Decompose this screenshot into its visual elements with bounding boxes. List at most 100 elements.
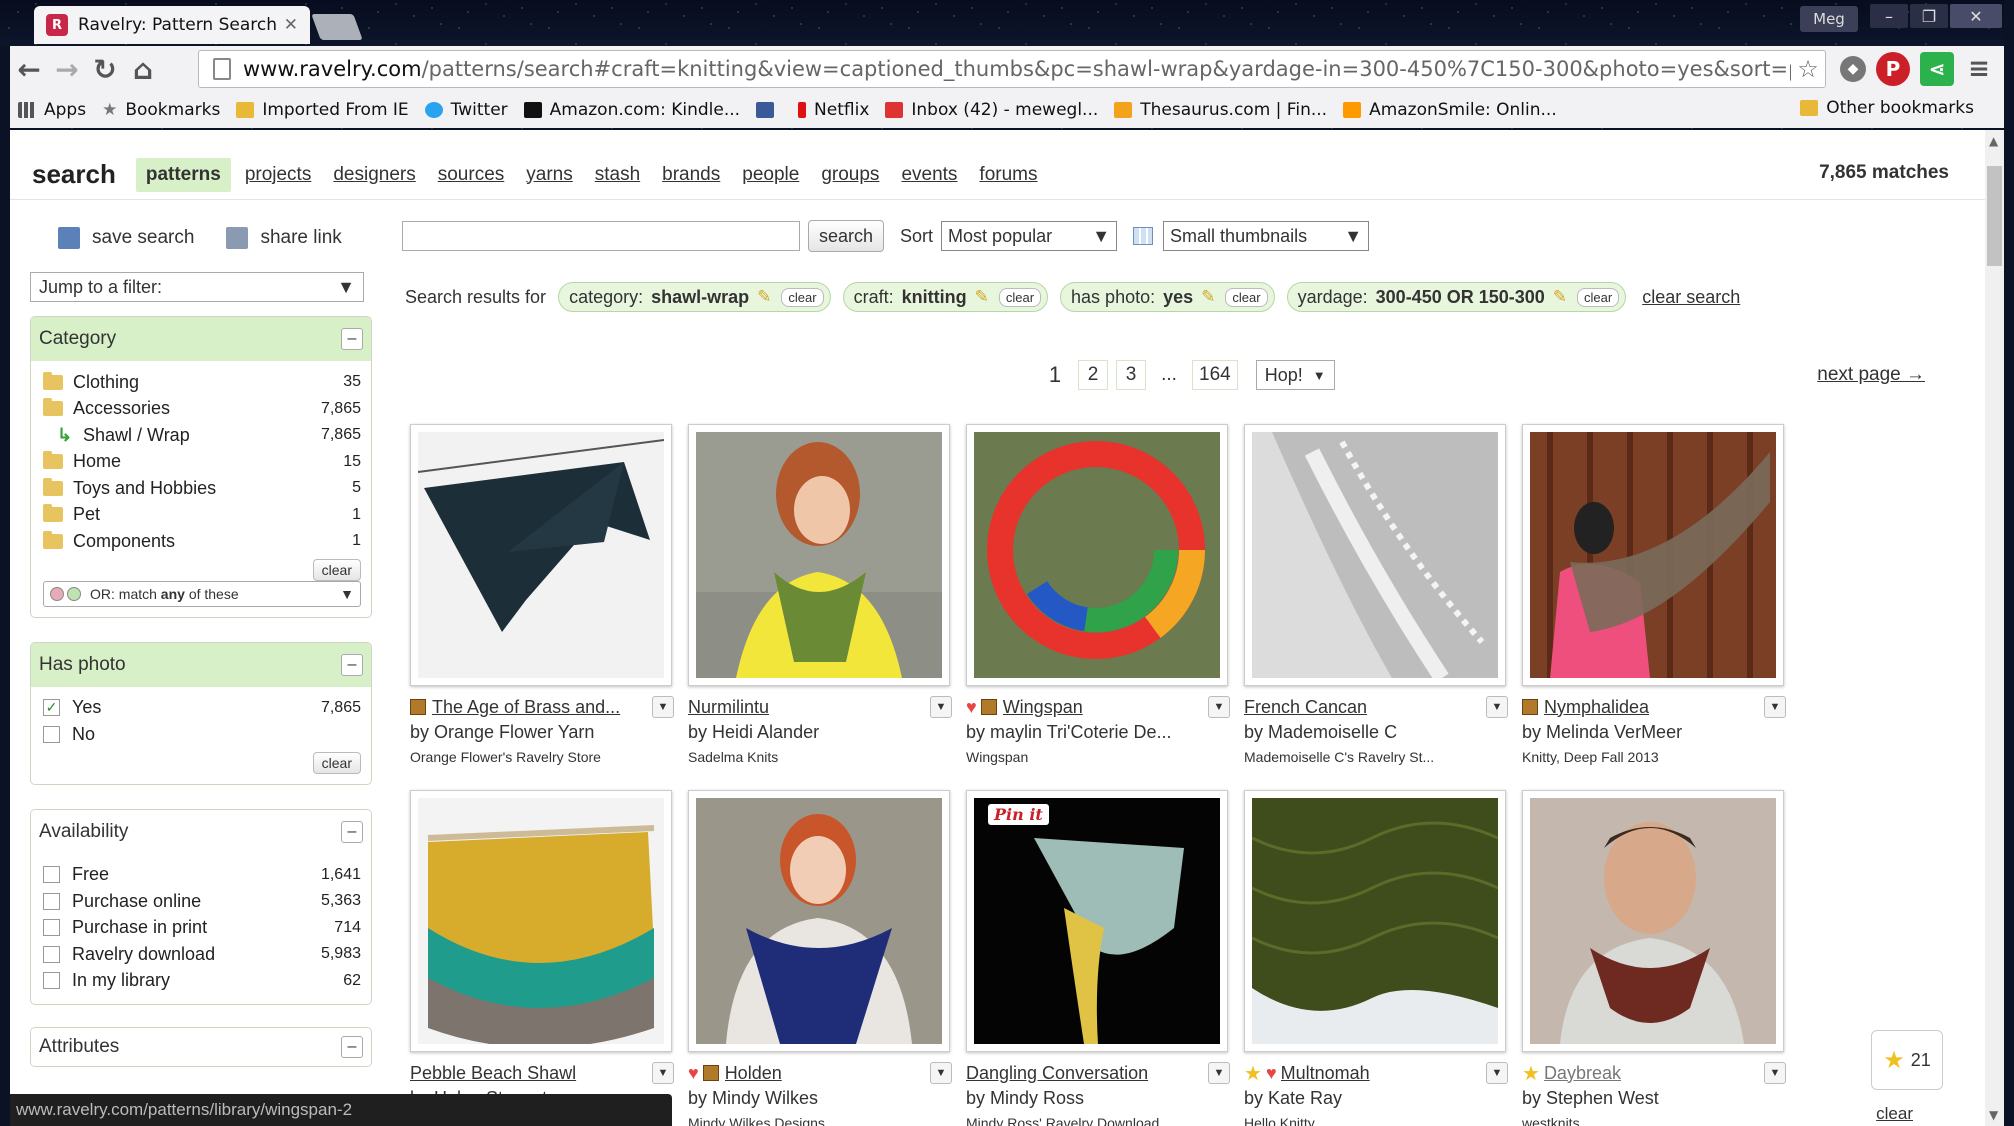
nav-forums[interactable]: forums [979, 164, 1037, 186]
checkbox[interactable] [43, 972, 60, 990]
nav-events[interactable]: events [901, 164, 957, 186]
favorites-clear-link[interactable]: clear [1876, 1104, 1913, 1124]
pattern-source[interactable]: westknits [1522, 1115, 1786, 1126]
bookmark-facebook[interactable] [756, 102, 782, 118]
reload-icon[interactable]: ↻ [86, 50, 124, 88]
pencil-icon[interactable]: ✎ [1201, 287, 1215, 307]
pattern-card[interactable]: Pin it Dangling Conversation ▼ by Mindy R… [966, 790, 1230, 1126]
pattern-card[interactable]: The Age of Brass and... ▼ by Orange Flowe… [410, 424, 674, 765]
pattern-source[interactable]: Mindy Ross' Ravelry Download [966, 1115, 1230, 1126]
pattern-card[interactable]: ♥ Holden ▼ by Mindy Wilkes Mindy Wilkes De… [688, 790, 952, 1126]
hop-select[interactable]: Hop! ▼ [1255, 360, 1335, 390]
chip-category[interactable]: category: shawl-wrap ✎ clear [558, 282, 831, 312]
collapse-icon[interactable]: – [341, 1036, 363, 1058]
clear-search-link[interactable]: clear search [1642, 287, 1740, 308]
share-extension-icon[interactable]: ⋖ [1920, 52, 1954, 86]
bookmark-amazon-kindle[interactable]: Amazon.com: Kindle... [523, 100, 740, 120]
pattern-card[interactable]: Pebble Beach Shawl▼ by Helen Stewart [410, 790, 674, 1115]
category-clothing[interactable]: Clothing 35 [43, 369, 361, 396]
pattern-source[interactable]: Sadelma Knits [688, 749, 952, 765]
pattern-card[interactable]: ★ Daybreak ▼ by Stephen West westknits [1522, 790, 1786, 1126]
jump-to-filter-select[interactable]: Jump to a filter: ▼ [30, 272, 364, 302]
chip-clear-button[interactable]: clear [1577, 287, 1620, 307]
pattern-source[interactable]: Mindy Wilkes Designs [688, 1115, 952, 1126]
pattern-menu-icon[interactable]: ▼ [1764, 1062, 1786, 1084]
bookmark-star-icon[interactable]: ☆ [1791, 55, 1825, 83]
has-photo-clear-button[interactable]: clear [312, 751, 361, 774]
pattern-thumbnail[interactable] [688, 790, 950, 1052]
bookmark-inbox[interactable]: Inbox (42) - mewegl... [885, 100, 1098, 120]
pattern-designer[interactable]: by Melinda VerMeer [1522, 722, 1786, 743]
pattern-thumbnail[interactable] [966, 424, 1228, 686]
tab-close-icon[interactable]: ✕ [284, 15, 298, 35]
pattern-thumbnail[interactable] [688, 424, 950, 686]
pattern-designer[interactable]: by Kate Ray [1244, 1088, 1508, 1109]
page-2[interactable]: 2 [1078, 360, 1108, 390]
pattern-menu-icon[interactable]: ▼ [1764, 696, 1786, 718]
view-select[interactable]: Small thumbnails ▼ [1163, 221, 1370, 251]
attributes-header[interactable]: Attributes – [31, 1028, 371, 1066]
pencil-icon[interactable]: ✎ [975, 287, 989, 307]
pin-it-button[interactable]: Pin it [988, 804, 1049, 825]
has-photo-header[interactable]: Has photo – [31, 642, 371, 687]
pattern-designer[interactable]: by Heidi Alander [688, 722, 952, 743]
page-3[interactable]: 3 [1116, 360, 1146, 390]
search-input[interactable] [402, 221, 800, 251]
availability-purchase-online[interactable]: Purchase online 5,363 [43, 888, 361, 915]
pattern-menu-icon[interactable]: ▼ [1486, 1062, 1508, 1084]
pattern-title-link[interactable]: French Cancan [1244, 697, 1486, 718]
close-window-icon[interactable]: ✕ [1950, 4, 2002, 28]
bookmark-imported-from-ie[interactable]: Imported From IE [236, 100, 409, 120]
pattern-designer[interactable]: by Mindy Ross [966, 1088, 1230, 1109]
chip-clear-button[interactable]: clear [1225, 287, 1268, 307]
checkbox[interactable] [43, 725, 60, 743]
pattern-title-link[interactable]: The Age of Brass and... [432, 697, 652, 718]
back-arrow-icon[interactable]: ← [10, 50, 48, 88]
pattern-source[interactable]: Mademoiselle C's Ravelry St... [1244, 749, 1508, 765]
home-icon[interactable]: ⌂ [124, 50, 162, 88]
collapse-icon[interactable]: – [341, 820, 363, 843]
bookmark-thesaurus[interactable]: Thesaurus.com | Fin... [1114, 100, 1327, 120]
pattern-designer[interactable]: by Mademoiselle C [1244, 722, 1508, 743]
save-search-link[interactable]: save search [92, 227, 194, 249]
availability-in-my-library[interactable]: In my library 62 [43, 968, 361, 995]
new-tab-button[interactable] [311, 14, 363, 40]
availability-purchase-print[interactable]: Purchase in print 714 [43, 915, 361, 942]
nav-stash[interactable]: stash [595, 164, 640, 186]
category-shawl-wrap[interactable]: ↳ Shawl / Wrap 7,865 [43, 422, 361, 449]
pattern-menu-icon[interactable]: ▼ [652, 696, 674, 718]
pattern-card[interactable]: Nymphalidea ▼ by Melinda VerMeer Knitty, … [1522, 424, 1786, 765]
category-header[interactable]: Category – [31, 317, 371, 361]
pattern-title-link[interactable]: Holden [725, 1063, 930, 1084]
pattern-title-link[interactable]: Dangling Conversation [966, 1063, 1208, 1084]
nav-yarns[interactable]: yarns [526, 164, 572, 186]
category-home[interactable]: Home 15 [43, 449, 361, 476]
chip-yardage[interactable]: yardage: 300-450 OR 150-300 ✎ clear [1286, 282, 1627, 312]
other-bookmarks[interactable]: Other bookmarks [1800, 98, 1974, 118]
category-toys-hobbies[interactable]: Toys and Hobbies 5 [43, 475, 361, 502]
pattern-source[interactable]: Hello Knitty [1244, 1115, 1508, 1126]
category-clear-button[interactable]: clear [312, 558, 361, 581]
favorites-counter[interactable]: ★ 21 [1871, 1030, 1943, 1090]
nav-sources[interactable]: sources [438, 164, 505, 186]
pattern-card[interactable]: Nurmilintu ▼ by Heidi Alander Sadelma Kni… [688, 424, 952, 765]
pattern-menu-icon[interactable]: ▼ [930, 696, 952, 718]
address-bar[interactable]: www.ravelry.com/patterns/search#craft=kn… [198, 50, 1826, 88]
checkbox-checked[interactable]: ✓ [43, 699, 60, 717]
pencil-icon[interactable]: ✎ [1553, 287, 1567, 307]
pattern-thumbnail[interactable] [1244, 790, 1506, 1052]
pattern-title-link[interactable]: Daybreak [1544, 1063, 1764, 1084]
sort-select[interactable]: Most popular ▼ [941, 221, 1118, 251]
pencil-icon[interactable]: ✎ [757, 287, 771, 307]
match-mode-select[interactable]: OR: match any of these ▼ [43, 580, 361, 607]
extension-icon[interactable]: ◆ [1840, 56, 1866, 82]
checkbox[interactable] [43, 866, 60, 884]
bookmark-bookmarks[interactable]: ★ Bookmarks [102, 100, 220, 120]
restore-icon[interactable]: ❐ [1910, 4, 1948, 28]
search-button[interactable]: search [808, 220, 885, 252]
pattern-title-link[interactable]: Pebble Beach Shawl [410, 1063, 652, 1084]
collapse-icon[interactable]: – [341, 328, 363, 350]
scroll-down-icon[interactable]: ▼ [1989, 1108, 1998, 1122]
chip-clear-button[interactable]: clear [998, 287, 1042, 307]
pinterest-icon[interactable]: P [1876, 52, 1910, 86]
